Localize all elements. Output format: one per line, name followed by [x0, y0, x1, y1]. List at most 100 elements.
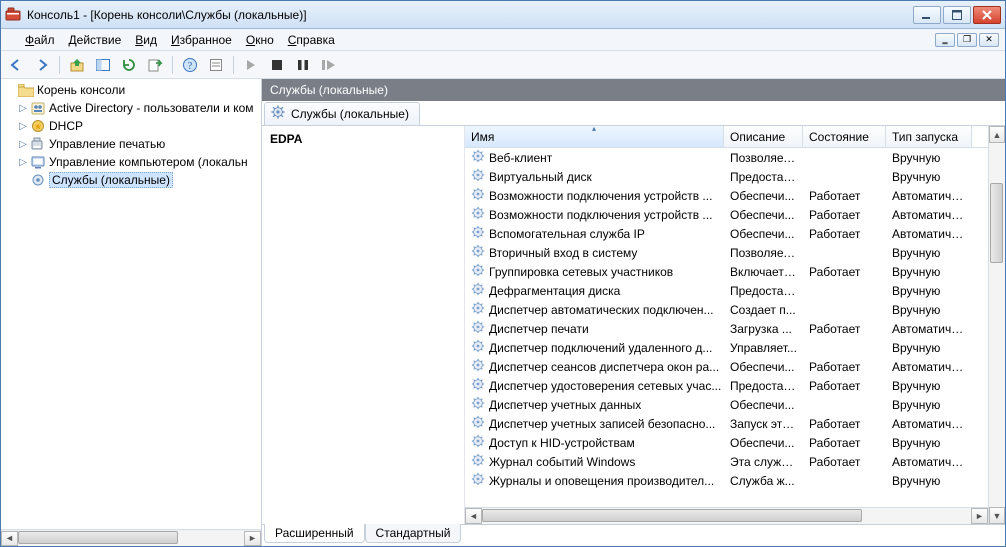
top-tab-services[interactable]: Службы (локальные) — [264, 102, 420, 125]
maximize-button[interactable] — [943, 6, 971, 24]
stop-service-button[interactable] — [266, 54, 288, 76]
service-start: Вручную — [886, 303, 972, 317]
service-row[interactable]: Диспетчер учетных данныхОбеспечи...Вручн… — [465, 395, 988, 414]
col-name[interactable]: Имя — [465, 126, 724, 147]
service-row[interactable]: Вторичный вход в системуПозволяет...Вруч… — [465, 243, 988, 262]
col-start[interactable]: Тип запуска — [886, 126, 972, 147]
service-start: Вручную — [886, 398, 972, 412]
service-icon — [471, 320, 485, 337]
expand-icon[interactable]: ▷ — [17, 121, 29, 132]
list-vscroll-thumb[interactable] — [990, 183, 1003, 263]
service-row[interactable]: Веб-клиентПозволяет...Вручную — [465, 148, 988, 167]
service-icon — [471, 472, 485, 489]
expand-icon[interactable]: ▷ — [17, 157, 29, 168]
pause-service-button[interactable] — [292, 54, 314, 76]
menu-view[interactable]: Вид — [135, 33, 157, 47]
expand-icon[interactable]: ▷ — [17, 103, 29, 114]
service-state: Работает — [803, 417, 886, 431]
mdi-close-button[interactable]: ✕ — [979, 33, 999, 47]
mdi-minimize-button[interactable]: ‗ — [935, 33, 955, 47]
up-button[interactable] — [66, 54, 88, 76]
help-button[interactable]: ? — [179, 54, 201, 76]
scroll-right-button[interactable]: ► — [244, 531, 261, 546]
mdi-restore-button[interactable]: ❐ — [957, 33, 977, 47]
tree-item[interactable]: ▷Управление печатью — [1, 135, 261, 153]
properties-button[interactable] — [205, 54, 227, 76]
tree-root[interactable]: Корень консоли — [1, 81, 261, 99]
tab-extended[interactable]: Расширенный — [264, 524, 365, 543]
service-row[interactable]: Возможности подключения устройств ...Обе… — [465, 186, 988, 205]
tree-item[interactable]: ▷Управление компьютером (локальн — [1, 153, 261, 171]
top-tab-label: Службы (локальные) — [291, 107, 409, 121]
service-name: Диспетчер печати — [489, 322, 589, 336]
start-service-button[interactable] — [240, 54, 262, 76]
restart-service-button[interactable] — [318, 54, 340, 76]
service-icon — [471, 415, 485, 432]
svg-text:?: ? — [188, 61, 193, 72]
tree-scroll-thumb[interactable] — [18, 531, 178, 544]
list-scroll-left-button[interactable]: ◄ — [465, 508, 482, 524]
console-tree: Корень консоли ▷Active Directory - польз… — [1, 79, 262, 546]
service-start: Вручную — [886, 284, 972, 298]
service-row[interactable]: Доступ к HID-устройствамОбеспечи...Работ… — [465, 433, 988, 452]
menu-fav[interactable]: Избранное — [171, 33, 232, 47]
menu-window[interactable]: Окно — [246, 33, 274, 47]
list-hscroll-thumb[interactable] — [482, 509, 862, 522]
list-scroll-up-button[interactable]: ▲ — [989, 126, 1005, 143]
service-row[interactable]: Диспетчер подключений удаленного д...Упр… — [465, 338, 988, 357]
scroll-left-button[interactable]: ◄ — [1, 531, 18, 546]
service-icon — [471, 453, 485, 470]
service-icon — [471, 263, 485, 280]
menu-file[interactable]: Файл — [25, 33, 55, 47]
expand-icon[interactable]: ▷ — [17, 139, 29, 150]
back-button[interactable] — [5, 54, 27, 76]
list-hscrollbar[interactable]: ◄ ► — [465, 507, 988, 524]
service-name: Возможности подключения устройств ... — [489, 208, 712, 222]
export-button[interactable] — [144, 54, 166, 76]
service-row[interactable]: Диспетчер автоматических подключен...Соз… — [465, 300, 988, 319]
tree-item[interactable]: Службы (локальные) — [1, 171, 261, 189]
tree-hscrollbar[interactable]: ◄ ► — [1, 529, 261, 546]
service-icon — [471, 358, 485, 375]
service-start: Вручную — [886, 265, 972, 279]
close-button[interactable] — [973, 6, 1001, 24]
list-scroll-down-button[interactable]: ▼ — [989, 507, 1005, 524]
service-row[interactable]: Диспетчер удостоверения сетевых учас...П… — [465, 376, 988, 395]
menu-action[interactable]: Действие — [69, 33, 122, 47]
service-row[interactable]: Диспетчер печатиЗагрузка ...РаботаетАвто… — [465, 319, 988, 338]
service-name: Диспетчер учетных данных — [489, 398, 641, 412]
service-row[interactable]: Вспомогательная служба IPОбеспечи...Рабо… — [465, 224, 988, 243]
service-name: Дефрагментация диска — [489, 284, 620, 298]
service-name: Диспетчер сеансов диспетчера окон ра... — [489, 360, 719, 374]
tree-item[interactable]: ▷DHCP — [1, 117, 261, 135]
service-desc: Создает п... — [724, 303, 803, 317]
tree-node-icon — [30, 136, 46, 152]
minimize-button[interactable] — [913, 6, 941, 24]
service-desc: Предостав... — [724, 170, 803, 184]
menu-help[interactable]: Справка — [288, 33, 335, 47]
col-desc[interactable]: Описание — [724, 126, 803, 147]
service-desc: Обеспечи... — [724, 208, 803, 222]
col-state[interactable]: Состояние — [803, 126, 886, 147]
service-row[interactable]: Группировка сетевых участниковВключает .… — [465, 262, 988, 281]
service-state: Работает — [803, 208, 886, 222]
titlebar[interactable]: Консоль1 - [Корень консоли\Службы (локал… — [1, 1, 1005, 29]
service-row[interactable]: Диспетчер учетных записей безопасно...За… — [465, 414, 988, 433]
service-icon — [471, 244, 485, 261]
tree-item[interactable]: ▷Active Directory - пользователи и ком — [1, 99, 261, 117]
forward-button[interactable] — [31, 54, 53, 76]
list-scroll-right-button[interactable]: ► — [971, 508, 988, 524]
service-row[interactable]: Возможности подключения устройств ... Обе… — [465, 205, 988, 224]
service-row[interactable]: Журналы и оповещения производител...Служ… — [465, 471, 988, 490]
service-row[interactable]: Журнал событий WindowsЭта служб...Работа… — [465, 452, 988, 471]
service-icon — [471, 206, 485, 223]
tab-standard[interactable]: Стандартный — [365, 524, 462, 543]
list-vscrollbar[interactable]: ▲ ▼ — [988, 126, 1005, 524]
service-start: Автоматиче... — [886, 455, 972, 469]
service-row[interactable]: Дефрагментация дискаПредостав...Вручную — [465, 281, 988, 300]
show-hide-tree-button[interactable] — [92, 54, 114, 76]
service-row[interactable]: Виртуальный дискПредостав...Вручную — [465, 167, 988, 186]
tree-node-icon — [30, 154, 46, 170]
refresh-button[interactable] — [118, 54, 140, 76]
service-row[interactable]: Диспетчер сеансов диспетчера окон ра...О… — [465, 357, 988, 376]
